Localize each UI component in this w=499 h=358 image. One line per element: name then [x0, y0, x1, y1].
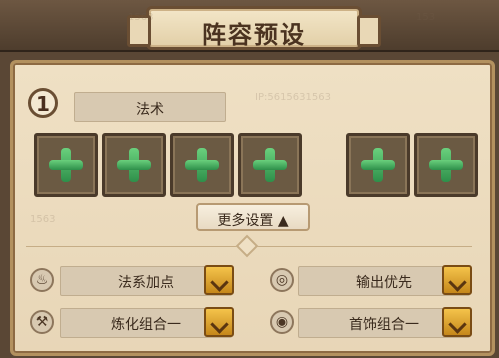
page-title: 阵容预设 — [202, 21, 306, 49]
title-plate: 阵容预设 — [127, 6, 381, 50]
add-icon — [429, 148, 463, 182]
preset-number-badge: 1 — [28, 88, 58, 118]
add-icon — [253, 148, 287, 182]
game-window: 阵容预设 1 法术 更多设置 ▲ ♨ 法系加点 ◎ 输出优先 ⚒ 炼化组合一 ◉… — [0, 0, 499, 358]
preset-name-field[interactable]: 法术 — [74, 92, 226, 122]
more-settings-button[interactable]: 更多设置 ▲ — [196, 203, 310, 231]
settings-row-2: ⚒ 炼化组合一 ◉ 首饰组合一 — [30, 307, 472, 338]
add-icon — [117, 148, 151, 182]
watermark-text: 1563 — [30, 214, 56, 225]
jewelry-combo-icon: ◉ — [270, 310, 294, 334]
refine-combo-icon: ⚒ — [30, 310, 54, 334]
preset-number: 1 — [36, 92, 50, 116]
add-icon — [49, 148, 83, 182]
lineup-slot-5[interactable] — [346, 133, 410, 197]
attribute-points-dropdown-button[interactable] — [204, 265, 234, 295]
attribute-points-icon: ♨ — [30, 268, 54, 292]
output-priority-icon: ◎ — [270, 268, 294, 292]
more-settings-label: 更多设置 ▲ — [217, 213, 289, 229]
watermark-text: 1563 — [128, 12, 154, 23]
refine-combo-dropdown-button[interactable] — [204, 307, 234, 337]
lineup-slot-1[interactable] — [34, 133, 98, 197]
preset-name-label: 法术 — [136, 102, 164, 118]
output-priority-dropdown-button[interactable] — [442, 265, 472, 295]
jewelry-combo-dropdown-button[interactable] — [442, 307, 472, 337]
settings-row-1: ♨ 法系加点 ◎ 输出优先 — [30, 265, 472, 296]
lineup-slot-6[interactable] — [414, 133, 478, 197]
lineup-slot-3[interactable] — [170, 133, 234, 197]
watermark-text: IP:5615631563 — [255, 92, 331, 103]
lineup-slot-4[interactable] — [238, 133, 302, 197]
lineup-slot-2[interactable] — [102, 133, 166, 197]
add-icon — [361, 148, 395, 182]
add-icon — [185, 148, 219, 182]
watermark-text: 153 — [416, 12, 436, 23]
